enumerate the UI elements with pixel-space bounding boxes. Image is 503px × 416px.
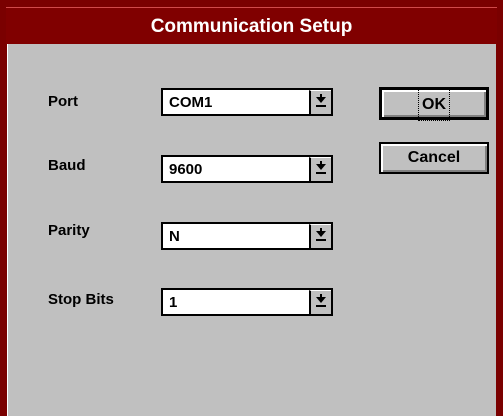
baud-dropdown-button[interactable]: [309, 157, 331, 181]
ok-button-label: OK: [418, 88, 450, 121]
port-dropdown-button[interactable]: [309, 90, 331, 114]
stop-bits-select[interactable]: 1: [161, 288, 333, 316]
communication-setup-dialog: Communication Setup Port COM1 Baud 9600 …: [0, 0, 503, 416]
port-value: COM1: [169, 94, 213, 111]
port-select[interactable]: COM1: [161, 88, 333, 116]
title-bar[interactable]: Communication Setup: [6, 7, 497, 44]
port-label: Port: [48, 93, 78, 110]
parity-label: Parity: [48, 222, 90, 239]
stop-bits-dropdown-button[interactable]: [309, 290, 331, 314]
cancel-button-label: Cancel: [407, 149, 461, 166]
baud-value: 9600: [169, 161, 203, 178]
baud-label: Baud: [48, 157, 86, 174]
ok-button[interactable]: OK: [379, 87, 489, 121]
dialog-title: Communication Setup: [150, 16, 353, 37]
dialog-body: Port COM1 Baud 9600 Parity N Stop Bits 1…: [7, 44, 496, 416]
parity-select[interactable]: N: [161, 222, 333, 250]
baud-select[interactable]: 9600: [161, 155, 333, 183]
cancel-button[interactable]: Cancel: [379, 142, 489, 174]
parity-dropdown-button[interactable]: [309, 224, 331, 248]
stop-bits-value: 1: [169, 294, 178, 311]
parity-value: N: [169, 228, 180, 245]
stop-bits-label: Stop Bits: [48, 291, 114, 308]
